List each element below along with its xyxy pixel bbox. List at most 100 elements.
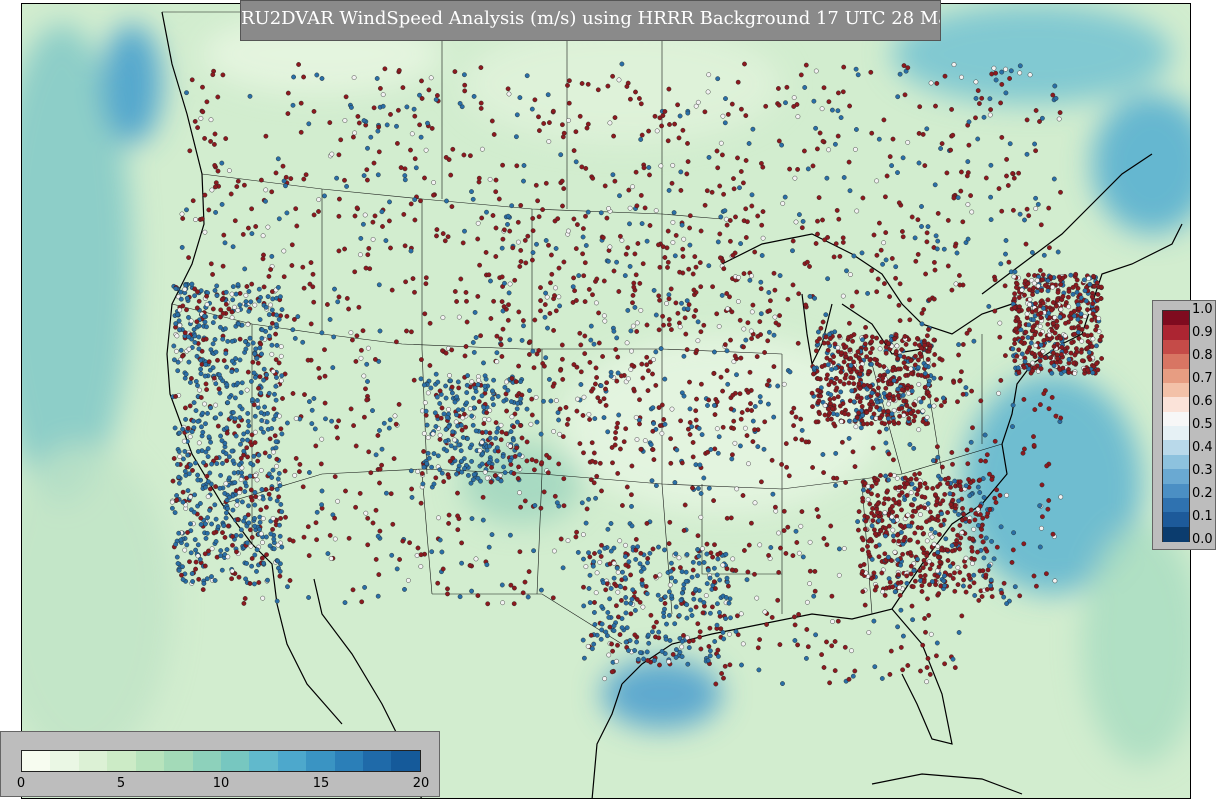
observation-dot bbox=[883, 194, 888, 200]
observation-dot bbox=[480, 494, 486, 500]
observation-dot bbox=[212, 502, 218, 508]
observation-dot bbox=[927, 566, 933, 572]
observation-dot bbox=[175, 461, 180, 467]
observation-dot bbox=[348, 406, 354, 412]
observation-dot bbox=[628, 328, 634, 334]
observation-dot bbox=[883, 350, 889, 356]
observation-dot bbox=[535, 198, 540, 204]
observation-dot bbox=[479, 215, 485, 221]
observation-dot bbox=[314, 537, 319, 543]
observation-dot bbox=[746, 542, 752, 548]
observation-dot bbox=[431, 192, 436, 198]
observation-dot bbox=[437, 467, 443, 473]
observation-dot bbox=[746, 141, 752, 146]
observation-dot bbox=[776, 322, 782, 328]
analysis-map[interactable] bbox=[21, 3, 1191, 799]
observation-dot bbox=[893, 275, 898, 281]
observation-dot bbox=[269, 342, 275, 348]
observation-dot bbox=[927, 403, 932, 409]
observation-dot bbox=[728, 515, 734, 521]
observation-dot bbox=[247, 473, 253, 479]
observation-dot bbox=[969, 548, 975, 554]
observation-dot bbox=[402, 243, 408, 249]
observation-dot bbox=[895, 532, 900, 538]
observation-dot bbox=[222, 240, 228, 246]
observation-dot bbox=[757, 637, 762, 642]
observation-dot bbox=[931, 337, 937, 343]
observation-dot bbox=[583, 564, 589, 569]
observation-dot bbox=[473, 389, 479, 394]
observation-dot bbox=[475, 382, 481, 388]
observation-dot bbox=[634, 437, 640, 442]
observation-dot bbox=[912, 472, 918, 477]
observation-dot bbox=[684, 615, 690, 621]
observation-dot bbox=[512, 453, 518, 459]
observation-dot bbox=[795, 114, 801, 120]
observation-dot bbox=[1024, 206, 1030, 212]
observation-dot bbox=[266, 312, 272, 317]
observation-dot bbox=[328, 556, 334, 561]
windspeed-colorbar: 0 5 10 15 20 bbox=[0, 731, 440, 797]
observation-dot bbox=[614, 425, 620, 430]
observation-dot bbox=[599, 627, 605, 633]
observation-dot bbox=[720, 113, 726, 119]
observation-dot bbox=[1066, 288, 1072, 294]
observation-dot bbox=[504, 408, 509, 414]
observation-dot bbox=[212, 162, 218, 168]
observation-dot bbox=[591, 641, 597, 647]
observation-dot bbox=[927, 582, 932, 588]
observation-dot bbox=[687, 406, 693, 412]
observation-dot bbox=[446, 512, 452, 518]
observation-dot bbox=[829, 367, 834, 372]
observation-dot bbox=[939, 141, 945, 147]
observation-dot bbox=[605, 610, 611, 615]
observation-dot bbox=[428, 75, 434, 81]
observation-dot bbox=[825, 276, 830, 282]
observation-dot bbox=[260, 595, 266, 601]
observation-dot bbox=[908, 550, 913, 555]
observation-dot bbox=[452, 445, 458, 451]
observation-dot bbox=[473, 556, 479, 562]
observation-dot bbox=[424, 422, 430, 428]
observation-dot bbox=[210, 72, 216, 78]
observation-dot bbox=[218, 433, 224, 439]
observation-dot bbox=[650, 405, 656, 411]
observation-dot bbox=[256, 286, 262, 292]
observation-dot bbox=[596, 340, 602, 346]
observation-dot bbox=[960, 391, 966, 397]
observation-dot bbox=[633, 89, 638, 95]
observation-dot bbox=[812, 588, 818, 594]
observation-dot bbox=[669, 180, 675, 186]
observation-dot bbox=[234, 498, 240, 504]
observation-dot bbox=[673, 604, 679, 610]
observation-dot bbox=[1095, 291, 1101, 297]
observation-dot bbox=[617, 538, 623, 544]
observation-dot bbox=[507, 532, 513, 538]
observation-dot bbox=[840, 235, 846, 241]
observation-dot bbox=[679, 590, 685, 596]
observation-dot bbox=[603, 587, 609, 593]
observation-dot bbox=[397, 557, 402, 562]
observation-dot bbox=[832, 380, 837, 386]
observation-dot bbox=[942, 583, 947, 589]
observation-dot bbox=[267, 496, 273, 502]
observation-dot bbox=[220, 263, 226, 269]
observation-dot bbox=[1085, 333, 1091, 339]
observation-dot bbox=[376, 572, 382, 577]
observation-dot bbox=[188, 494, 193, 500]
observation-dot bbox=[418, 552, 424, 558]
observation-dot bbox=[953, 502, 958, 508]
observation-dot bbox=[580, 637, 586, 643]
observation-dot bbox=[1016, 170, 1021, 176]
observation-dot bbox=[815, 218, 820, 224]
observation-dot bbox=[606, 206, 611, 211]
observation-dot bbox=[1087, 357, 1093, 362]
observation-dot bbox=[437, 388, 443, 394]
observation-dot bbox=[334, 424, 339, 430]
observation-dot bbox=[645, 658, 651, 663]
observation-dot bbox=[662, 109, 668, 114]
observation-dot bbox=[901, 633, 906, 639]
observation-dot bbox=[999, 82, 1005, 87]
observation-dot bbox=[831, 254, 837, 260]
observation-dot bbox=[293, 206, 299, 212]
